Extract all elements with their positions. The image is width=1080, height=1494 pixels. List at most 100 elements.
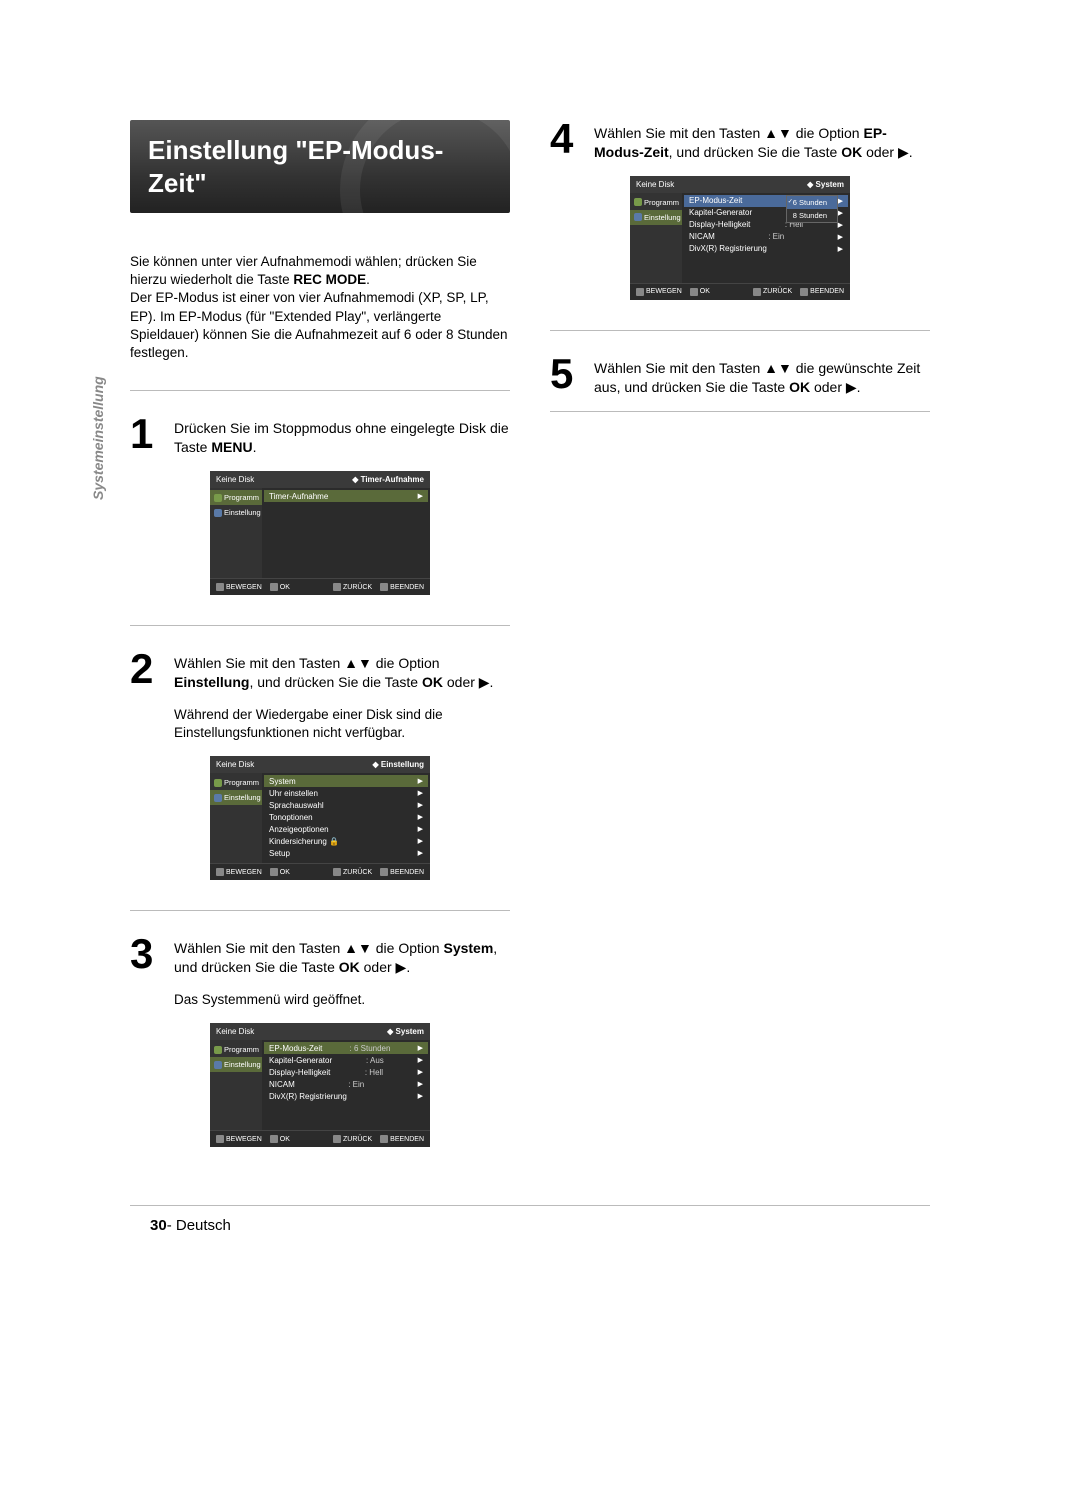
osd-crumb-label: System bbox=[816, 180, 844, 189]
osd-side-programm[interactable]: Programm bbox=[210, 775, 262, 790]
osd-row[interactable]: Tonoptionen▶ bbox=[264, 811, 428, 823]
arrow-icon: ▶ bbox=[418, 1080, 423, 1088]
arrow-icon: ▶ bbox=[418, 849, 423, 857]
bewegen-icon bbox=[216, 1135, 224, 1143]
osd-row[interactable]: NICAM: Ein▶ bbox=[264, 1078, 428, 1090]
page-title: Einstellung "EP-Modus-Zeit" bbox=[130, 120, 510, 213]
arrow-icon: ▶ bbox=[418, 492, 423, 500]
osd-row[interactable]: Anzeigeoptionen▶ bbox=[264, 823, 428, 835]
osd-row[interactable]: Setup▶ bbox=[264, 847, 428, 859]
step-4: 4 Wählen Sie mit den Tasten ▲▼ die Optio… bbox=[550, 120, 930, 162]
osd-side-programm[interactable]: Programm bbox=[210, 490, 262, 505]
osd-footer-ok: OK bbox=[280, 869, 290, 876]
osd-crumb-label: Einstellung bbox=[381, 760, 424, 769]
arrow-icon: ▶ bbox=[838, 209, 843, 217]
osd-side-einstellung[interactable]: Einstellung bbox=[630, 210, 682, 225]
osd-crumb: ◆ System bbox=[387, 1027, 424, 1036]
v: : Ein bbox=[768, 232, 784, 241]
l: Display-Helligkeit bbox=[689, 220, 750, 229]
osd-crumb-label: System bbox=[396, 1027, 424, 1036]
step-2: 2 Wählen Sie mit den Tasten ▲▼ die Optio… bbox=[130, 650, 510, 692]
t: oder ▶. bbox=[866, 144, 913, 160]
ok-icon bbox=[690, 288, 698, 296]
arrow-icon: ▶ bbox=[418, 825, 423, 833]
osd-row[interactable]: DivX(R) Registrierung▶ bbox=[264, 1090, 428, 1102]
step-number: 1 bbox=[130, 415, 164, 457]
osd-row[interactable]: NICAM: Ein▶ bbox=[684, 231, 848, 243]
l: DivX(R) Registrierung bbox=[689, 244, 767, 253]
osd-side-programm[interactable]: Programm bbox=[630, 195, 682, 210]
beenden-icon bbox=[800, 288, 808, 296]
osd-crumb: ◆ System bbox=[807, 180, 844, 189]
l: EP-Modus-Zeit bbox=[689, 196, 742, 205]
osd-footer-zurueck: ZURÜCK bbox=[343, 584, 372, 591]
t: , und drücken Sie die Taste bbox=[669, 144, 838, 160]
t: Wählen Sie mit den Tasten ▲▼ die Option bbox=[174, 655, 440, 671]
arrow-icon: ▶ bbox=[418, 1068, 423, 1076]
osd-footer-bewegen: BEWEGEN bbox=[226, 869, 262, 876]
t: Wählen Sie mit den Tasten ▲▼ die Option bbox=[594, 125, 860, 141]
osd-row[interactable]: Kapitel-Generator: Aus▶ bbox=[264, 1054, 428, 1066]
l: Kindersicherung bbox=[269, 837, 327, 846]
beenden-icon bbox=[380, 583, 388, 591]
page-number: 30 bbox=[150, 1217, 167, 1234]
osd-title: Keine Disk bbox=[216, 760, 254, 769]
osd-side-programm[interactable]: Programm bbox=[210, 1042, 262, 1057]
popup-option-6h[interactable]: 6 Stunden bbox=[787, 196, 837, 209]
t-bold: Einstellung bbox=[174, 674, 249, 690]
intro-text: Sie können unter vier Aufnahmemodi wähle… bbox=[130, 253, 510, 362]
osd-row[interactable]: System ▶ bbox=[264, 775, 428, 787]
arrow-icon: ▶ bbox=[418, 837, 423, 845]
arrow-icon: ▶ bbox=[418, 789, 423, 797]
osd-row-timer[interactable]: Timer-Aufnahme▶ bbox=[264, 490, 428, 502]
osd-side-einstellung[interactable]: Einstellung bbox=[210, 1057, 262, 1072]
divider bbox=[130, 625, 510, 626]
osd-footer-bewegen: BEWEGEN bbox=[646, 288, 682, 295]
arrow-icon: ▶ bbox=[838, 233, 843, 241]
zurueck-icon bbox=[753, 288, 761, 296]
osd-title: Keine Disk bbox=[216, 1027, 254, 1036]
osd-row[interactable]: Display-Helligkeit: Hell▶ bbox=[264, 1066, 428, 1078]
t-bold: OK bbox=[841, 144, 862, 160]
divider bbox=[550, 330, 930, 331]
osd-screen-3: Keine Disk ◆ System Programm Einstellung… bbox=[210, 1023, 430, 1147]
l: System bbox=[269, 777, 296, 786]
popup-option-8h[interactable]: 8 Stunden bbox=[787, 209, 837, 222]
osd-row[interactable]: EP-Modus-Zeit: 6 Stunden▶ bbox=[264, 1042, 428, 1054]
osd-footer-ok: OK bbox=[280, 1136, 290, 1143]
l: Kapitel-Generator bbox=[269, 1056, 332, 1065]
page-footer: 30- Deutsch bbox=[150, 1217, 231, 1234]
ok-icon bbox=[270, 1135, 278, 1143]
osd-row[interactable]: DivX(R) Registrierung ▶ bbox=[684, 243, 848, 255]
divider bbox=[130, 910, 510, 911]
step-3: 3 Wählen Sie mit den Tasten ▲▼ die Optio… bbox=[130, 935, 510, 977]
ok-icon bbox=[270, 868, 278, 876]
osd-screen-2: Keine Disk ◆ Einstellung Programm Einste… bbox=[210, 756, 430, 880]
step-text: Wählen Sie mit den Tasten ▲▼ die gewünsc… bbox=[594, 355, 930, 397]
arrow-icon: ▶ bbox=[418, 777, 423, 785]
l: EP-Modus-Zeit bbox=[269, 1044, 322, 1053]
beenden-icon bbox=[380, 868, 388, 876]
t: oder ▶. bbox=[447, 674, 494, 690]
side-section-label: Systemeinstellung bbox=[90, 376, 106, 500]
l: NICAM bbox=[269, 1080, 295, 1089]
arrow-icon: ▶ bbox=[838, 197, 843, 205]
arrow-icon: ▶ bbox=[418, 813, 423, 821]
osd-row[interactable]: Uhr einstellen▶ bbox=[264, 787, 428, 799]
t: , und drücken Sie die Taste bbox=[249, 674, 418, 690]
step-text: Wählen Sie mit den Tasten ▲▼ die Option … bbox=[174, 650, 510, 692]
osd-footer-bewegen: BEWEGEN bbox=[226, 1136, 262, 1143]
osd-side-einstellung[interactable]: Einstellung bbox=[210, 790, 262, 805]
osd-title: Keine Disk bbox=[636, 180, 674, 189]
osd-row[interactable]: Sprachauswahl▶ bbox=[264, 799, 428, 811]
t-bold: System bbox=[443, 940, 493, 956]
step-number: 5 bbox=[550, 355, 584, 397]
arrow-icon: ▶ bbox=[838, 245, 843, 253]
osd-side-einstellung[interactable]: Einstellung bbox=[210, 505, 262, 520]
divider bbox=[550, 411, 930, 412]
osd-footer-ok: OK bbox=[280, 584, 290, 591]
intro-line2: Der EP-Modus ist einer von vier Aufnahme… bbox=[130, 290, 508, 360]
l: Kapitel-Generator bbox=[689, 208, 752, 217]
step-number: 4 bbox=[550, 120, 584, 162]
osd-row[interactable]: Kindersicherung 🔒▶ bbox=[264, 835, 428, 847]
